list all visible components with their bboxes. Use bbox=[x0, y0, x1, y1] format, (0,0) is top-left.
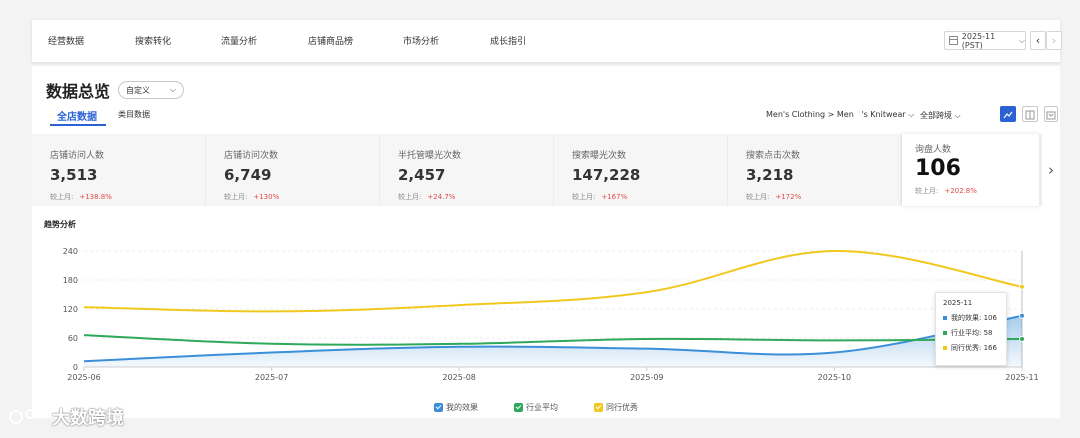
series-dot bbox=[943, 346, 947, 350]
brand-logo-icon bbox=[9, 409, 45, 424]
checkbox-icon bbox=[594, 403, 603, 412]
watermark-text: 大数跨境 bbox=[52, 408, 124, 429]
tooltip-value: 106 bbox=[983, 314, 997, 322]
legend-label: 我的效果 bbox=[446, 403, 478, 412]
tooltip-title: 2025-11 bbox=[943, 299, 973, 307]
chevron-right-icon: › bbox=[1051, 34, 1057, 47]
top-nav: 经营数据 搜索转化 流量分析 店铺商品榜 市场分析 成长指引 2025-11 (… bbox=[32, 20, 1062, 62]
nav-tab-market-analysis[interactable]: 市场分析 bbox=[403, 34, 439, 47]
nav-tab-traffic-analysis[interactable]: 流量分析 bbox=[221, 34, 257, 47]
x-tick-label: 2025-06 bbox=[67, 373, 100, 382]
data-overview-panel: 数据总览 自定义 ⌵ 全店数据 类目数据 Men's Clothing > Me… bbox=[32, 66, 1060, 418]
tooltip-row: 同行优秀: 166 bbox=[943, 343, 999, 353]
legend-item-peer[interactable]: 同行优秀 bbox=[594, 402, 638, 413]
chevron-down-icon: ⌵ bbox=[1018, 35, 1025, 45]
chart-tooltip: 2025-11 我的效果: 106 行业平均: 58 同行优秀: 166 bbox=[935, 292, 1007, 366]
month-picker-value: 2025-11 (PST) bbox=[961, 31, 996, 50]
series-line bbox=[83, 249, 1023, 313]
nav-tab-store-product-ranking[interactable]: 店铺商品榜 bbox=[308, 34, 353, 47]
legend-label: 行业平均 bbox=[526, 403, 558, 412]
trend-chart: 0 60 120 180 240 2025-06 2025-07 2025-08 2025-09… bbox=[63, 247, 1039, 382]
series-point bbox=[1019, 283, 1025, 290]
series-line bbox=[83, 334, 1023, 346]
legend-item-mine[interactable]: 我的效果 bbox=[434, 402, 478, 413]
tooltip-row: 我的效果: 106 bbox=[943, 313, 999, 323]
x-tick-label: 2025-11 bbox=[1005, 373, 1038, 382]
y-tick-label: 240 bbox=[63, 247, 78, 256]
month-picker[interactable]: 2025-11 (PST) ⌵ bbox=[944, 31, 1026, 50]
y-tick-label: 0 bbox=[73, 363, 78, 372]
legend-item-industry[interactable]: 行业平均 bbox=[514, 402, 558, 413]
x-tick-label: 2025-09 bbox=[630, 373, 663, 382]
tooltip-row: 行业平均: 58 bbox=[943, 328, 999, 338]
tooltip-value: 58 bbox=[983, 329, 993, 337]
nav-tab-business-data[interactable]: 经营数据 bbox=[48, 34, 84, 47]
y-tick-label: 180 bbox=[63, 276, 78, 285]
next-month-button[interactable]: › bbox=[1046, 31, 1062, 50]
series-dot bbox=[943, 331, 947, 335]
tooltip-value: 166 bbox=[983, 344, 997, 352]
legend-label: 同行优秀 bbox=[606, 403, 638, 412]
chevron-left-icon: ‹ bbox=[1035, 34, 1041, 47]
x-tick-label: 2025-07 bbox=[255, 373, 288, 382]
checkbox-icon bbox=[514, 403, 523, 412]
checkbox-icon bbox=[434, 403, 443, 412]
nav-tab-growth-guide[interactable]: 成长指引 bbox=[490, 34, 526, 47]
nav-tab-search-conversion[interactable]: 搜索转化 bbox=[135, 34, 171, 47]
tooltip-label: 我的效果: bbox=[951, 314, 982, 322]
series-point bbox=[1019, 312, 1025, 319]
series-point bbox=[1019, 335, 1025, 342]
calendar-icon bbox=[949, 36, 958, 45]
prev-month-button[interactable]: ‹ bbox=[1030, 31, 1046, 50]
tooltip-label: 行业平均: bbox=[951, 329, 982, 337]
watermark: 大数跨境 bbox=[8, 404, 124, 430]
x-tick-label: 2025-10 bbox=[818, 373, 851, 382]
x-tick-label: 2025-08 bbox=[442, 373, 475, 382]
y-tick-label: 120 bbox=[63, 305, 78, 314]
tooltip-label: 同行优秀: bbox=[951, 344, 982, 352]
y-tick-label: 60 bbox=[68, 334, 78, 343]
series-dot bbox=[943, 316, 947, 320]
